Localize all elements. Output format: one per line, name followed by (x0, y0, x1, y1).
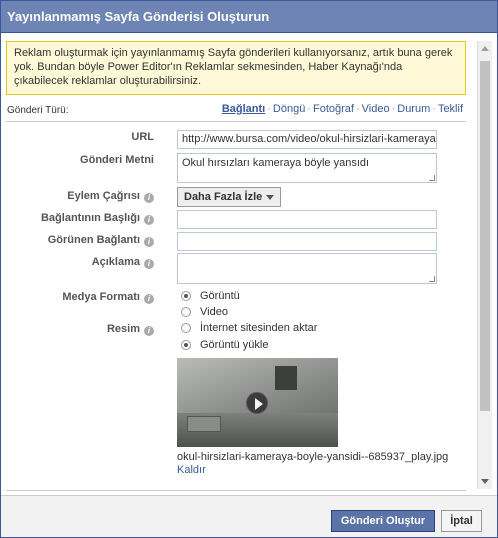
message-label: Gönderi Metni (80, 154, 154, 166)
info-icon[interactable]: i (144, 193, 154, 203)
info-icon[interactable]: i (144, 294, 154, 304)
url-label: URL (131, 131, 154, 143)
info-notice: Reklam oluşturmak için yayınlanmamış Say… (6, 41, 466, 95)
divider (6, 121, 466, 122)
cta-dropdown[interactable]: Daha Fazla İzle (177, 187, 281, 207)
info-icon[interactable]: i (144, 215, 154, 225)
radio-selected-icon (181, 291, 191, 301)
dialog-footer: Gönderi Oluştur İptal (1, 495, 497, 537)
tab-photo[interactable]: Fotoğraf (313, 103, 354, 115)
link-title-input[interactable] (177, 210, 437, 229)
image-label: Resim i (107, 323, 154, 336)
link-title-label: Bağlantının Başlığı i (41, 212, 154, 225)
info-icon[interactable]: i (144, 237, 154, 247)
info-icon[interactable]: i (144, 259, 154, 269)
resize-grip-icon[interactable] (429, 276, 435, 282)
cta-selected-value: Daha Fazla İzle (184, 191, 263, 203)
display-link-input[interactable] (177, 232, 437, 251)
create-post-dialog: Yayınlanmamış Sayfa Gönderisi Oluşturun … (0, 0, 498, 538)
resize-grip-icon[interactable] (429, 175, 435, 181)
remove-image-link[interactable]: Kaldır (177, 464, 206, 476)
scrollbar-thumb[interactable] (480, 61, 490, 411)
tab-carousel[interactable]: Döngü (273, 103, 305, 115)
radio-empty-icon (181, 323, 191, 333)
tab-offer[interactable]: Teklif (438, 103, 463, 115)
play-icon[interactable] (246, 392, 268, 414)
scroll-down-icon[interactable] (481, 479, 489, 484)
post-type-row: Gönderi Türü: Bağlantı · Döngü · Fotoğraf · Vi… (7, 103, 463, 119)
tab-status[interactable]: Durum (397, 103, 430, 115)
description-textarea[interactable] (177, 253, 437, 284)
cta-label: Eylem Çağrısı i (67, 190, 154, 203)
radio-selected-icon (181, 340, 191, 350)
chevron-down-icon (266, 195, 274, 200)
message-textarea[interactable]: Okul hırsızları kameraya böyle yansıdı (177, 153, 437, 183)
cancel-button[interactable]: İptal (441, 510, 482, 532)
create-post-button[interactable]: Gönderi Oluştur (331, 510, 435, 532)
message-text: Okul hırsızları kameraya böyle yansıdı (182, 157, 370, 169)
info-icon[interactable]: i (144, 326, 154, 336)
radio-empty-icon (181, 307, 191, 317)
divider (6, 490, 466, 491)
post-type-tabs: Bağlantı · Döngü · Fotoğraf · Video · Durum · Tekl… (221, 103, 463, 115)
tab-video[interactable]: Video (362, 103, 390, 115)
image-preview (177, 358, 338, 447)
display-link-label: Görünen Bağlantı i (48, 234, 154, 247)
dialog-body: Reklam oluşturmak için yayınlanmamış Say… (1, 33, 482, 495)
tab-link[interactable]: Bağlantı (222, 103, 265, 115)
url-input[interactable]: http://www.bursa.com/video/okul-hirsizla… (177, 130, 437, 149)
description-label: Açıklama i (92, 256, 154, 269)
vertical-scrollbar[interactable] (477, 41, 492, 489)
post-type-label: Gönderi Türü: (7, 105, 69, 116)
dialog-title: Yayınlanmamış Sayfa Gönderisi Oluşturun (1, 1, 497, 33)
media-format-label: Medya Formatı i (62, 291, 154, 304)
scroll-up-icon[interactable] (481, 46, 489, 51)
image-filename: okul-hirsizlari-kameraya-boyle-yansidi--… (177, 451, 449, 463)
